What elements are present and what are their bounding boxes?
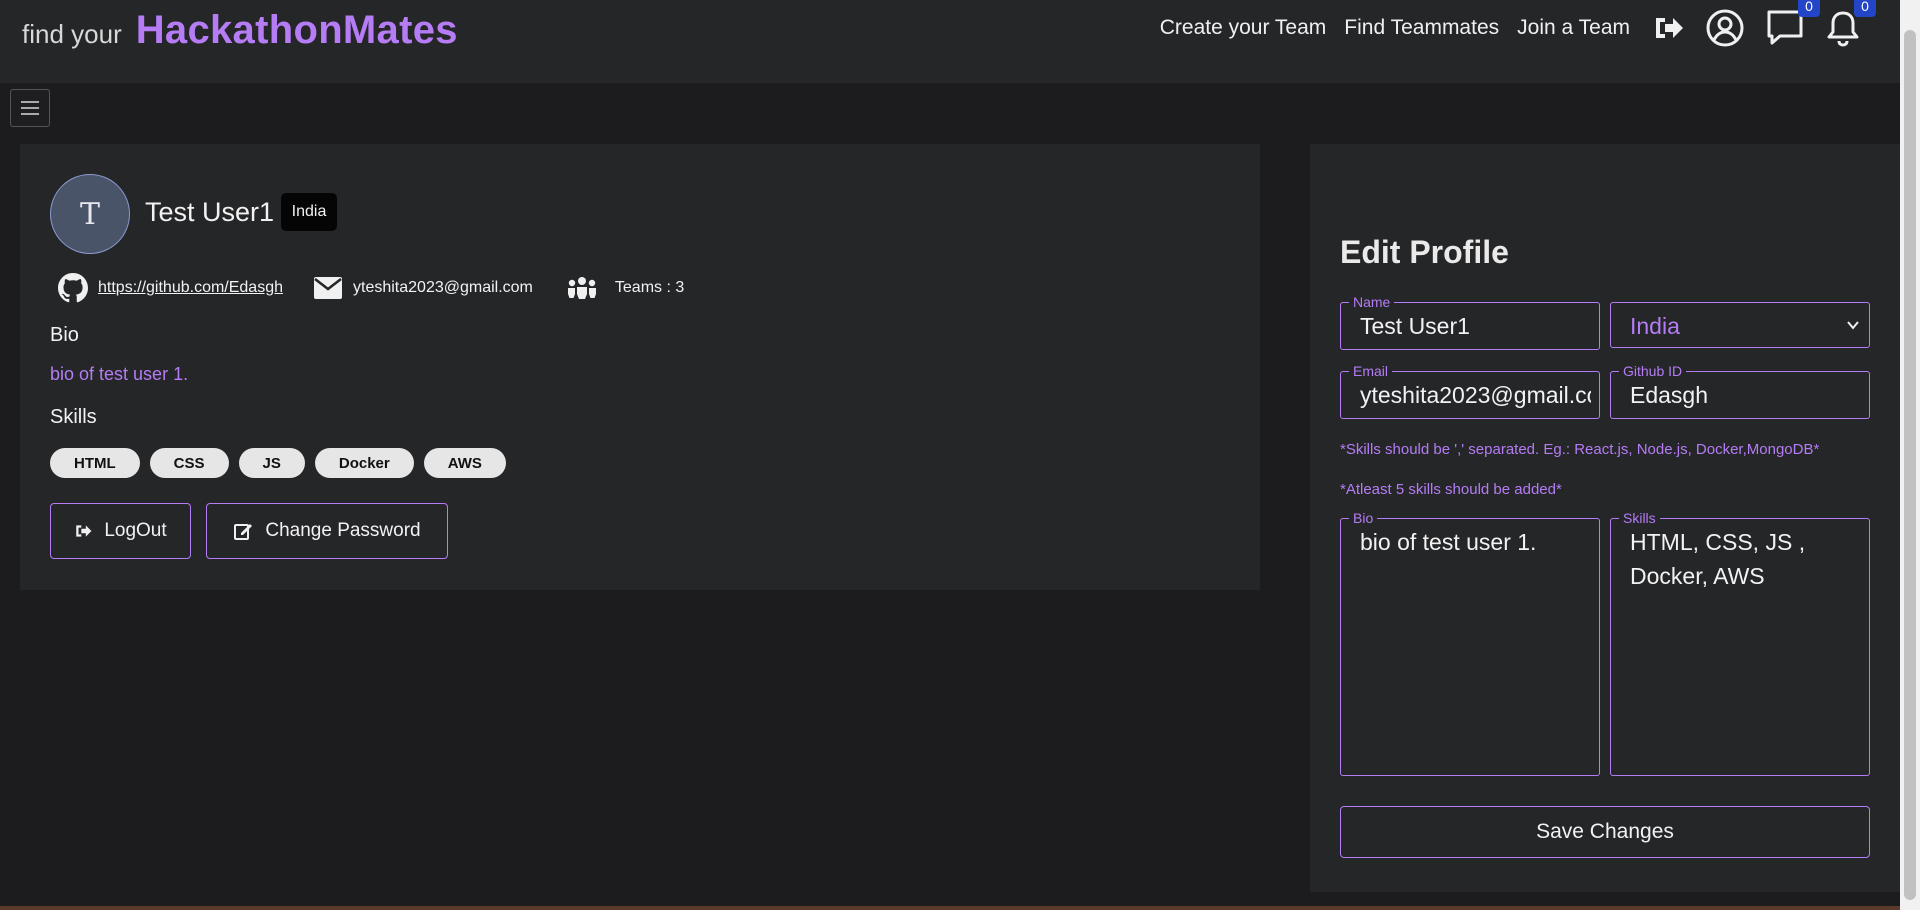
edit-profile-title: Edit Profile [1340, 234, 1509, 270]
skill-pill: JS [238, 448, 305, 478]
github-info: https://github.com/Edasgh [58, 273, 283, 303]
chevron-down-icon [1847, 321, 1859, 330]
brand-prefix: find your [22, 19, 122, 49]
envelope-icon [314, 277, 342, 299]
messages-badge: 0 [1798, 0, 1820, 17]
notifications-badge: 0 [1854, 0, 1876, 17]
skills-list: HTML CSS JS Docker AWS [50, 448, 516, 478]
name-field-value: Test User1 [1360, 313, 1470, 339]
name-field-label: Name [1349, 293, 1395, 311]
avatar: T [50, 174, 130, 254]
sidebar-toggle-button[interactable] [10, 89, 50, 127]
messages-icon[interactable]: 0 [1766, 0, 1820, 47]
email-info: yteshita2023@gmail.com [313, 276, 533, 300]
team-users-icon [567, 277, 596, 299]
profile-name: Test User1 [145, 197, 275, 227]
bio-text: bio of test user 1. [50, 364, 189, 384]
bio-textarea-value: bio of test user 1. [1360, 529, 1537, 555]
email-field[interactable]: Email yteshita2023@gmail.com [1340, 362, 1600, 419]
nav-find-teammates[interactable]: Find Teammates [1344, 16, 1499, 40]
change-password-label: Change Password [265, 520, 421, 541]
skills-heading: Skills [50, 406, 97, 428]
skill-pill: HTML [50, 448, 140, 478]
user-circle-icon[interactable] [1706, 9, 1744, 47]
email-field-label: Email [1349, 362, 1393, 380]
profile-card: T Test User1 India https://github.com/Ed… [20, 144, 1260, 590]
email-field-value: yteshita2023@gmail.com [1360, 382, 1591, 408]
nav-create-team[interactable]: Create your Team [1160, 16, 1327, 40]
teams-count: Teams : 3 [614, 279, 685, 296]
github-id-field[interactable]: Github ID Edasgh [1610, 362, 1870, 419]
country-badge: India [281, 193, 337, 231]
country-select[interactable]: India [1610, 302, 1870, 348]
github-icon [58, 273, 88, 303]
logout-label: LogOut [104, 520, 167, 541]
teams-info: Teams : 3 [567, 276, 684, 300]
profile-info-row: https://github.com/Edasgh yteshita2023@g… [58, 270, 684, 306]
skill-pill: Docker [314, 448, 414, 478]
logout-icon[interactable] [1652, 14, 1684, 42]
notification-bell-icon[interactable]: 0 [1826, 0, 1876, 47]
github-link[interactable]: https://github.com/Edasgh [98, 279, 283, 297]
nav-join-team[interactable]: Join a Team [1517, 16, 1630, 40]
skill-pill: CSS [149, 448, 229, 478]
country-select-value: India [1630, 313, 1680, 339]
skills-format-hint: *Skills should be ',' separated. Eg.: Re… [1340, 441, 1820, 458]
skills-min-hint: *Atleast 5 skills should be added* [1340, 481, 1562, 498]
save-changes-button[interactable]: Save Changes [1340, 806, 1870, 858]
profile-email: yteshita2023@gmail.com [353, 279, 533, 296]
github-id-field-value: Edasgh [1630, 382, 1709, 408]
github-id-field-label: Github ID [1619, 362, 1687, 380]
hamburger-icon [21, 101, 39, 115]
change-password-button[interactable]: Change Password [206, 503, 448, 559]
brand-name: HackathonMates [135, 8, 458, 52]
edit-profile-panel: Edit Profile Name Test User1 India Email… [1310, 144, 1900, 892]
name-field[interactable]: Name Test User1 [1340, 293, 1600, 350]
edit-icon [234, 524, 253, 540]
brand-logo[interactable]: find your HackathonMates [22, 8, 458, 53]
nav-links: Create your Team Find Teammates Join a T… [1142, 0, 1876, 56]
bio-heading: Bio [50, 324, 79, 346]
logout-button[interactable]: LogOut [50, 503, 191, 559]
top-navbar: find your HackathonMates Create your Tea… [0, 0, 1900, 83]
skills-textarea-value: HTML, CSS, JS , Docker, AWS [1630, 529, 1806, 589]
skills-textarea[interactable]: Skills HTML, CSS, JS , Docker, AWS [1610, 509, 1870, 776]
bio-textarea[interactable]: Bio bio of test user 1. [1340, 509, 1600, 776]
scrollbar-thumb[interactable] [1904, 30, 1916, 900]
bottom-divider [0, 906, 1900, 910]
page-scrollbar[interactable] [1900, 0, 1920, 910]
skill-pill: AWS [423, 448, 506, 478]
logout-icon [76, 525, 92, 537]
